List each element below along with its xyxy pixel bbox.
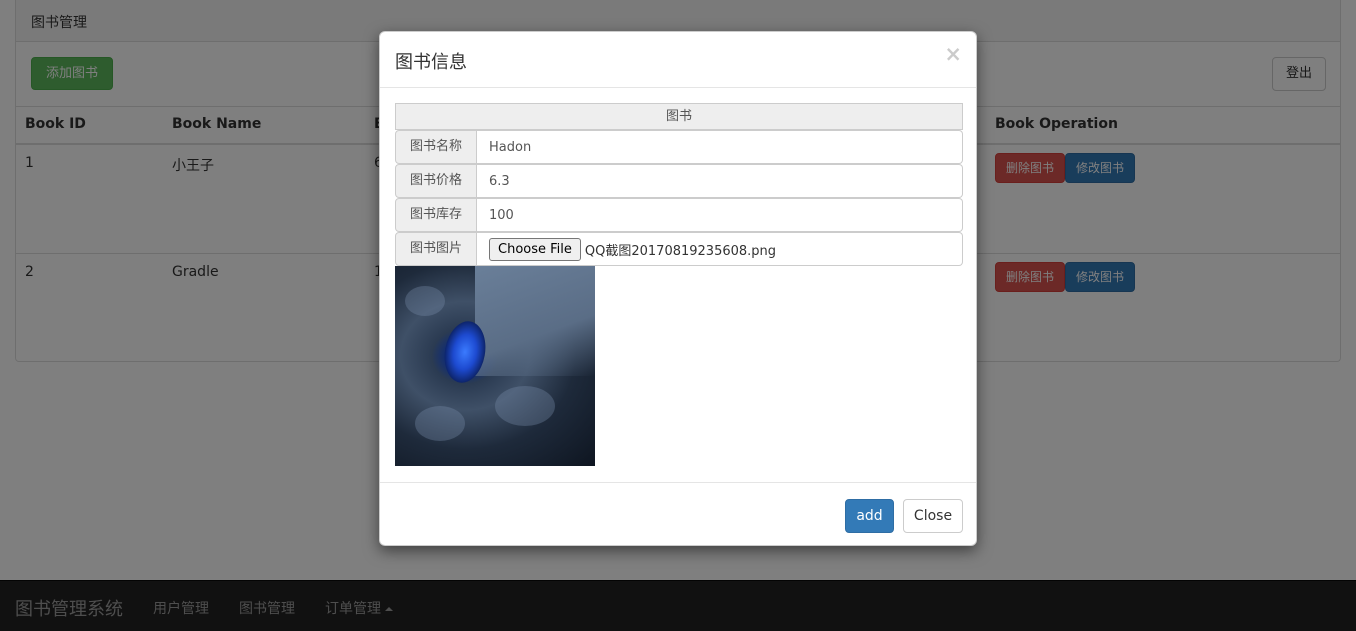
- add-submit-button[interactable]: add: [845, 499, 894, 533]
- close-icon[interactable]: ×: [944, 42, 962, 66]
- book-name-input[interactable]: [477, 130, 963, 164]
- choose-file-button[interactable]: Choose File: [489, 237, 581, 261]
- book-info-modal: 图书信息 × 图书 图书名称 图书价格 图书库存 图书图片 Choose Fil…: [379, 31, 977, 546]
- close-modal-button[interactable]: Close: [903, 499, 963, 533]
- name-input-group: 图书名称: [395, 130, 963, 164]
- selected-file-name: QQ截图20170819235608.png: [584, 243, 777, 259]
- modal-title: 图书信息: [395, 52, 467, 73]
- preview-scale: [495, 386, 555, 426]
- image-label: 图书图片: [395, 232, 477, 266]
- book-stock-input[interactable]: [477, 198, 963, 232]
- preview-sky: [475, 266, 595, 376]
- preview-scale: [405, 286, 445, 316]
- stock-label: 图书库存: [395, 198, 477, 232]
- price-input-group: 图书价格: [395, 164, 963, 198]
- preview-scale: [415, 406, 465, 441]
- image-input-group: 图书图片 Choose File QQ截图20170819235608.png: [395, 232, 963, 266]
- modal-header: 图书信息 ×: [380, 32, 976, 88]
- modal-footer: add Close: [380, 482, 976, 545]
- form-group-title: 图书: [395, 103, 963, 130]
- stock-input-group: 图书库存: [395, 198, 963, 232]
- name-label: 图书名称: [395, 130, 477, 164]
- price-label: 图书价格: [395, 164, 477, 198]
- book-image-file-input: Choose File QQ截图20170819235608.png: [477, 232, 963, 266]
- book-price-input[interactable]: [477, 164, 963, 198]
- book-form: 图书 图书名称 图书价格 图书库存 图书图片 Choose File QQ截图2…: [395, 103, 963, 466]
- book-image-preview: [395, 266, 595, 466]
